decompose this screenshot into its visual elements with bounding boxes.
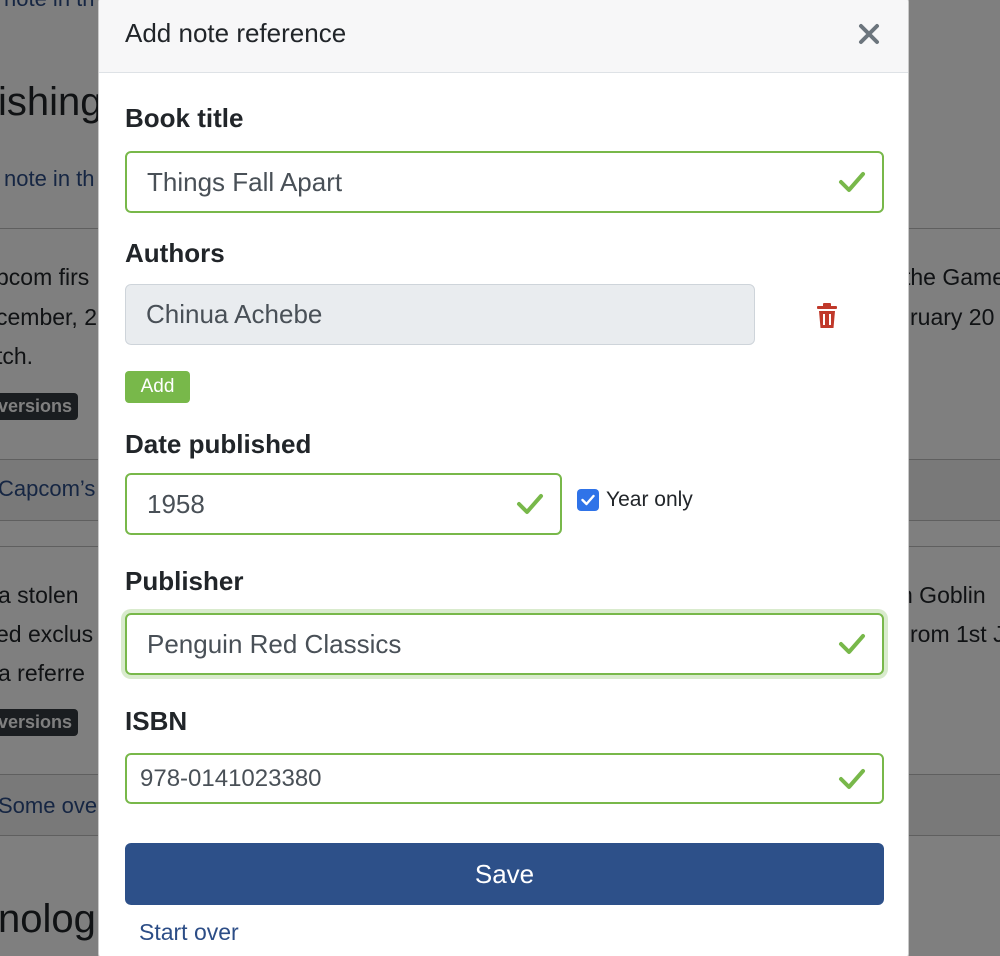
save-button[interactable]: Save [125,843,884,905]
checkmark-icon [581,494,595,506]
book-title-input[interactable]: Things Fall Apart [125,151,884,213]
add-note-reference-modal: Add note reference Book title Things Fal… [98,0,909,956]
close-icon[interactable] [854,19,884,49]
isbn-value: 978-0141023380 [140,764,322,792]
publisher-value: Penguin Red Classics [147,628,402,659]
modal-header: Add note reference [99,0,908,73]
book-title-value: Things Fall Apart [147,166,343,197]
add-author-button[interactable]: Add [125,371,190,403]
year-only-checkbox[interactable] [577,489,599,511]
start-over-link[interactable]: Start over [139,919,239,946]
check-icon [839,768,865,789]
author-value: Chinua Achebe [146,299,323,329]
trash-icon[interactable] [815,303,839,329]
date-published-label: Date published [125,429,312,459]
publisher-label: Publisher [125,566,244,596]
publisher-input[interactable]: Penguin Red Classics [125,613,884,675]
check-icon [839,634,865,654]
date-published-input[interactable]: 1958 [125,473,562,535]
author-input[interactable]: Chinua Achebe [125,284,755,345]
date-published-value: 1958 [147,488,205,519]
book-title-label: Book title [125,103,244,133]
year-only-option[interactable]: Year only [577,488,693,512]
authors-label: Authors [125,238,225,268]
check-icon [839,172,865,192]
year-only-label: Year only [606,488,693,511]
isbn-label: ISBN [125,706,188,736]
modal-title: Add note reference [125,18,347,48]
check-icon [517,494,543,514]
isbn-input[interactable]: 978-0141023380 [125,753,884,804]
